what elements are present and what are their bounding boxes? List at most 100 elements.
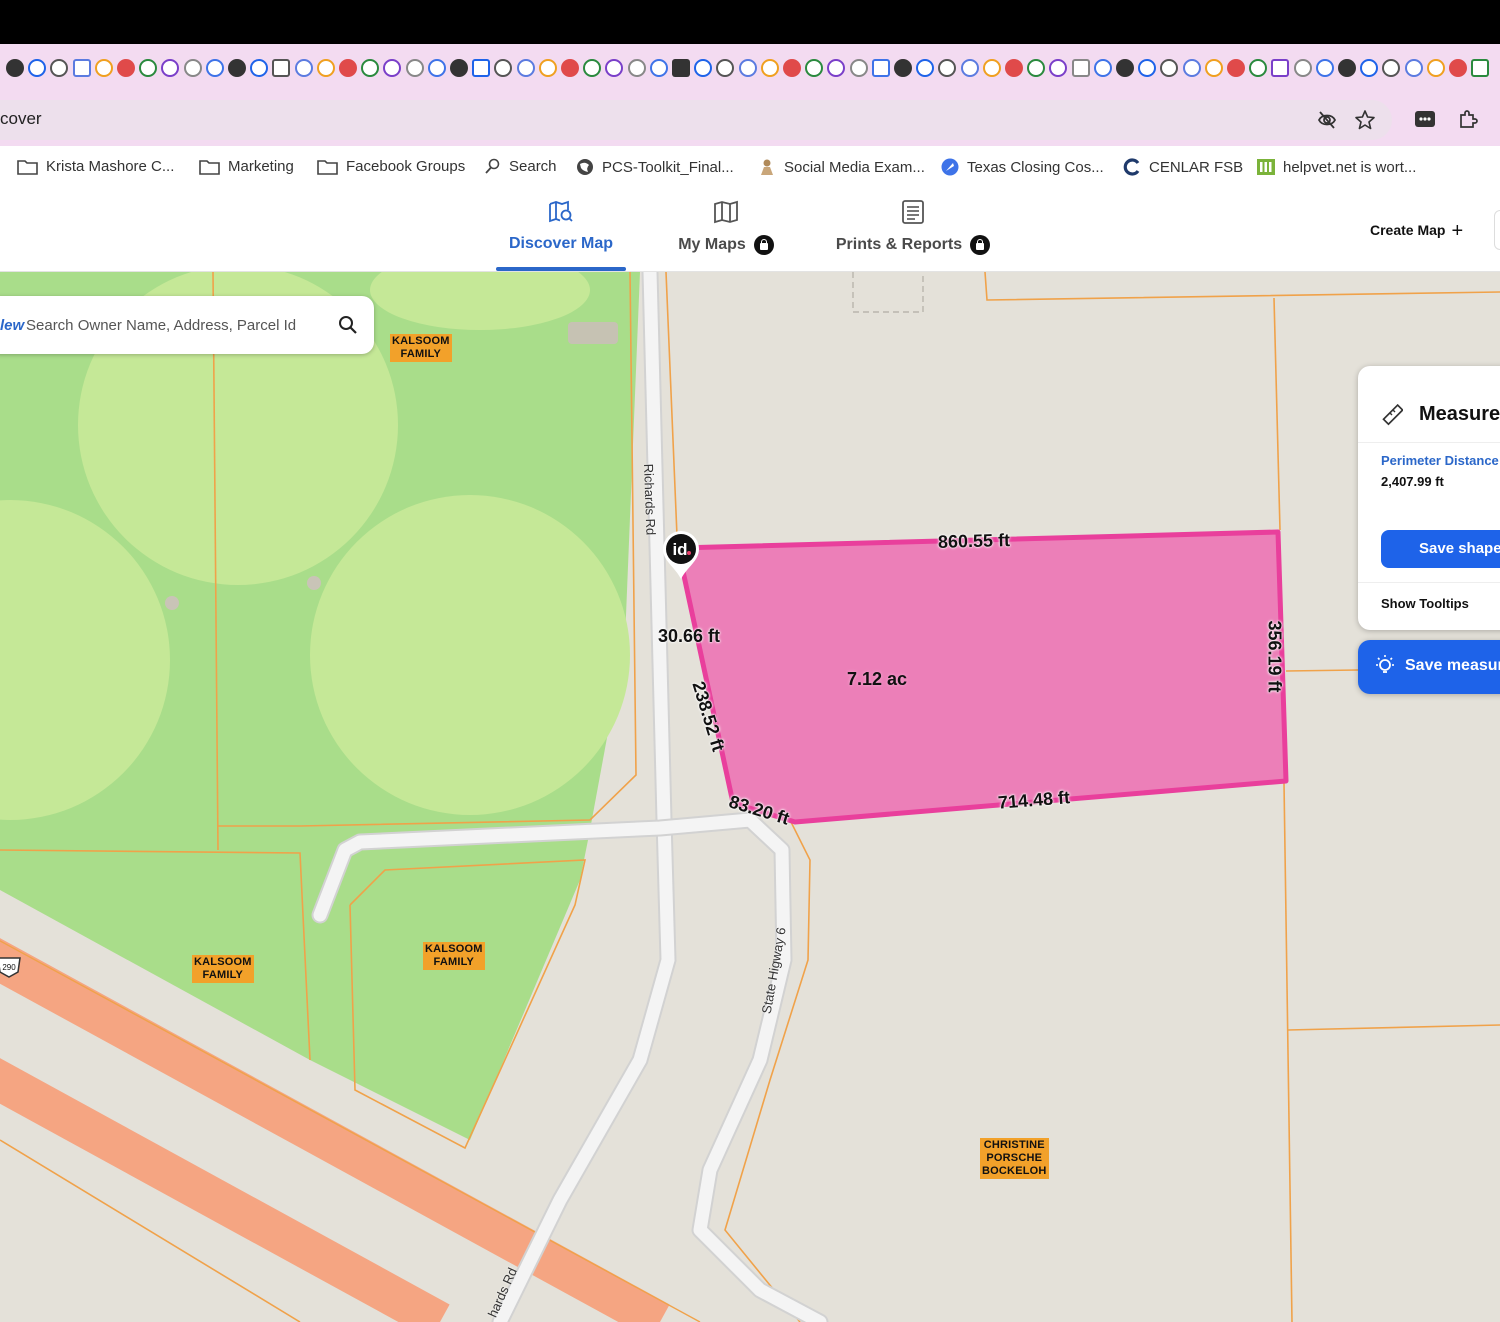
pinned-tab-icon[interactable] bbox=[982, 59, 1001, 77]
pinned-tab-icon[interactable] bbox=[316, 59, 335, 77]
pinned-tab-icon[interactable] bbox=[427, 59, 446, 77]
pinned-tab-icon[interactable] bbox=[649, 59, 668, 77]
pinned-tab-icon[interactable] bbox=[1382, 59, 1401, 77]
pinned-tab-icon[interactable] bbox=[272, 59, 291, 77]
bookmark-pcs-toolkit[interactable]: PCS-Toolkit_Final... bbox=[576, 158, 734, 176]
pinned-tab-icon[interactable] bbox=[871, 59, 890, 77]
pinned-tab-icon[interactable] bbox=[605, 59, 624, 77]
pinned-tab-icon[interactable] bbox=[738, 59, 757, 77]
pinned-tab-icon[interactable] bbox=[250, 59, 269, 77]
pinned-tab-icon[interactable] bbox=[1249, 59, 1268, 77]
pinned-tab-icon[interactable] bbox=[405, 59, 424, 77]
extension-menu-icon[interactable] bbox=[1414, 108, 1436, 135]
pinned-tab-icon[interactable] bbox=[1404, 59, 1423, 77]
pinned-tab-icon[interactable] bbox=[1227, 59, 1245, 77]
pinned-tab-icon[interactable] bbox=[849, 59, 868, 77]
bookmark-facebook-groups[interactable]: Facebook Groups bbox=[317, 158, 465, 175]
pinned-tab-icon[interactable] bbox=[6, 59, 24, 77]
pinned-tab-icon[interactable] bbox=[1027, 59, 1046, 77]
pinned-tab-icon[interactable] bbox=[1426, 59, 1445, 77]
pinned-tab-icon[interactable] bbox=[783, 59, 801, 77]
bookmark-cenlar[interactable]: CENLAR FSB bbox=[1123, 158, 1243, 176]
pinned-tab-icon[interactable] bbox=[627, 59, 646, 77]
pinned-tab-icon[interactable] bbox=[361, 59, 380, 77]
pinned-tab-icon[interactable] bbox=[94, 59, 113, 77]
save-measurement-button[interactable]: Save measur bbox=[1358, 640, 1500, 694]
pinned-tab-icon[interactable] bbox=[1093, 59, 1112, 77]
owner-line: KALSOOM bbox=[194, 956, 252, 968]
pinned-tab-icon[interactable] bbox=[938, 59, 957, 77]
pinned-tab-icon[interactable] bbox=[1271, 59, 1290, 77]
eye-slash-icon[interactable] bbox=[1316, 109, 1338, 136]
pinned-tab-icon[interactable] bbox=[450, 59, 468, 77]
pinned-tab-icon[interactable] bbox=[1005, 59, 1023, 77]
pinned-tab-icon[interactable] bbox=[139, 59, 158, 77]
pinned-tab-icon[interactable] bbox=[183, 59, 202, 77]
id-pin-icon[interactable]: id bbox=[661, 529, 701, 581]
pinned-tab-icon[interactable] bbox=[1160, 59, 1179, 77]
pinned-tab-icon[interactable] bbox=[339, 59, 357, 77]
bookmark-helpvet[interactable]: helpvet.net is wort... bbox=[1257, 158, 1416, 176]
pinned-tab-icon[interactable] bbox=[805, 59, 824, 77]
pinned-tab-icon[interactable] bbox=[1471, 59, 1490, 77]
search-icon[interactable] bbox=[338, 315, 358, 335]
pinned-tab-icon[interactable] bbox=[583, 59, 602, 77]
star-icon[interactable] bbox=[1354, 109, 1376, 136]
pinned-tab-icon[interactable] bbox=[383, 59, 402, 77]
tab-prints-reports[interactable]: Prints & Reports bbox=[832, 200, 994, 271]
pinned-tab-icon[interactable] bbox=[672, 59, 690, 77]
show-tooltips-toggle[interactable]: Show Tooltips bbox=[1381, 596, 1469, 611]
address-url[interactable]: cover bbox=[0, 109, 42, 129]
pinned-tab-icon[interactable] bbox=[228, 59, 246, 77]
pinned-tab-icon[interactable] bbox=[494, 59, 513, 77]
pinned-tab-icon[interactable] bbox=[472, 59, 491, 77]
tab-discover-map[interactable]: Discover Map bbox=[496, 200, 626, 271]
pinned-tab-icon[interactable] bbox=[1116, 59, 1134, 77]
edge-control[interactable] bbox=[1494, 210, 1500, 250]
pinned-tab-icon[interactable] bbox=[1315, 59, 1334, 77]
pinned-tab-icon[interactable] bbox=[538, 59, 557, 77]
tab-label: My Maps bbox=[678, 236, 746, 253]
bookmark-krista[interactable]: Krista Mashore C... bbox=[17, 158, 174, 175]
owner-line: KALSOOM bbox=[392, 335, 450, 347]
pinned-tab-icon[interactable] bbox=[1204, 59, 1223, 77]
pinned-tab-icon[interactable] bbox=[161, 59, 180, 77]
bookmark-search[interactable]: Search bbox=[484, 158, 557, 175]
puzzle-extensions-icon[interactable] bbox=[1457, 108, 1479, 135]
pinned-tab-icon[interactable] bbox=[205, 59, 224, 77]
measured-parcel-polygon[interactable] bbox=[675, 529, 1289, 825]
search-input[interactable]: Search Owner Name, Address, Parcel Id bbox=[26, 317, 296, 334]
pinned-tab-icon[interactable] bbox=[561, 59, 579, 77]
pinned-tab-icon[interactable] bbox=[1338, 59, 1356, 77]
pinned-tab-icon[interactable] bbox=[716, 59, 735, 77]
pinned-tab-icon[interactable] bbox=[1049, 59, 1068, 77]
pinned-tab-icon[interactable] bbox=[960, 59, 979, 77]
pinned-tab-icon[interactable] bbox=[1293, 59, 1312, 77]
pinned-tab-icon[interactable] bbox=[72, 59, 91, 77]
pinned-tab-icon[interactable] bbox=[1449, 59, 1467, 77]
pinned-tab-icon[interactable] bbox=[516, 59, 535, 77]
pinned-tab-icon[interactable] bbox=[916, 59, 935, 77]
pinned-tab-icon[interactable] bbox=[1071, 59, 1090, 77]
address-bar[interactable]: cover bbox=[0, 100, 1392, 140]
pinned-tab-icon[interactable] bbox=[760, 59, 779, 77]
pinned-tab-icon[interactable] bbox=[294, 59, 313, 77]
parcel-search-box[interactable]: lew Search Owner Name, Address, Parcel I… bbox=[0, 296, 374, 354]
pinned-tab-icon[interactable] bbox=[117, 59, 135, 77]
pinned-tab-icon[interactable] bbox=[1360, 59, 1379, 77]
new-badge: lew bbox=[0, 317, 25, 334]
bookmark-texas-closing[interactable]: Texas Closing Cos... bbox=[941, 158, 1104, 176]
window-title-bar bbox=[0, 0, 1500, 44]
bookmark-marketing[interactable]: Marketing bbox=[199, 158, 294, 175]
create-map-button[interactable]: Create Map + bbox=[1370, 220, 1463, 243]
pinned-tab-icon[interactable] bbox=[1138, 59, 1157, 77]
pinned-tab-icon[interactable] bbox=[1182, 59, 1201, 77]
pinned-tab-icon[interactable] bbox=[694, 59, 713, 77]
pinned-tab-icon[interactable] bbox=[28, 59, 47, 77]
save-shape-button[interactable]: Save shape bbox=[1381, 530, 1500, 568]
pinned-tab-icon[interactable] bbox=[894, 59, 912, 77]
tab-my-maps[interactable]: My Maps bbox=[670, 200, 782, 271]
pinned-tab-icon[interactable] bbox=[827, 59, 846, 77]
pinned-tab-icon[interactable] bbox=[50, 59, 69, 77]
bookmark-social-media[interactable]: Social Media Exam... bbox=[758, 158, 925, 176]
